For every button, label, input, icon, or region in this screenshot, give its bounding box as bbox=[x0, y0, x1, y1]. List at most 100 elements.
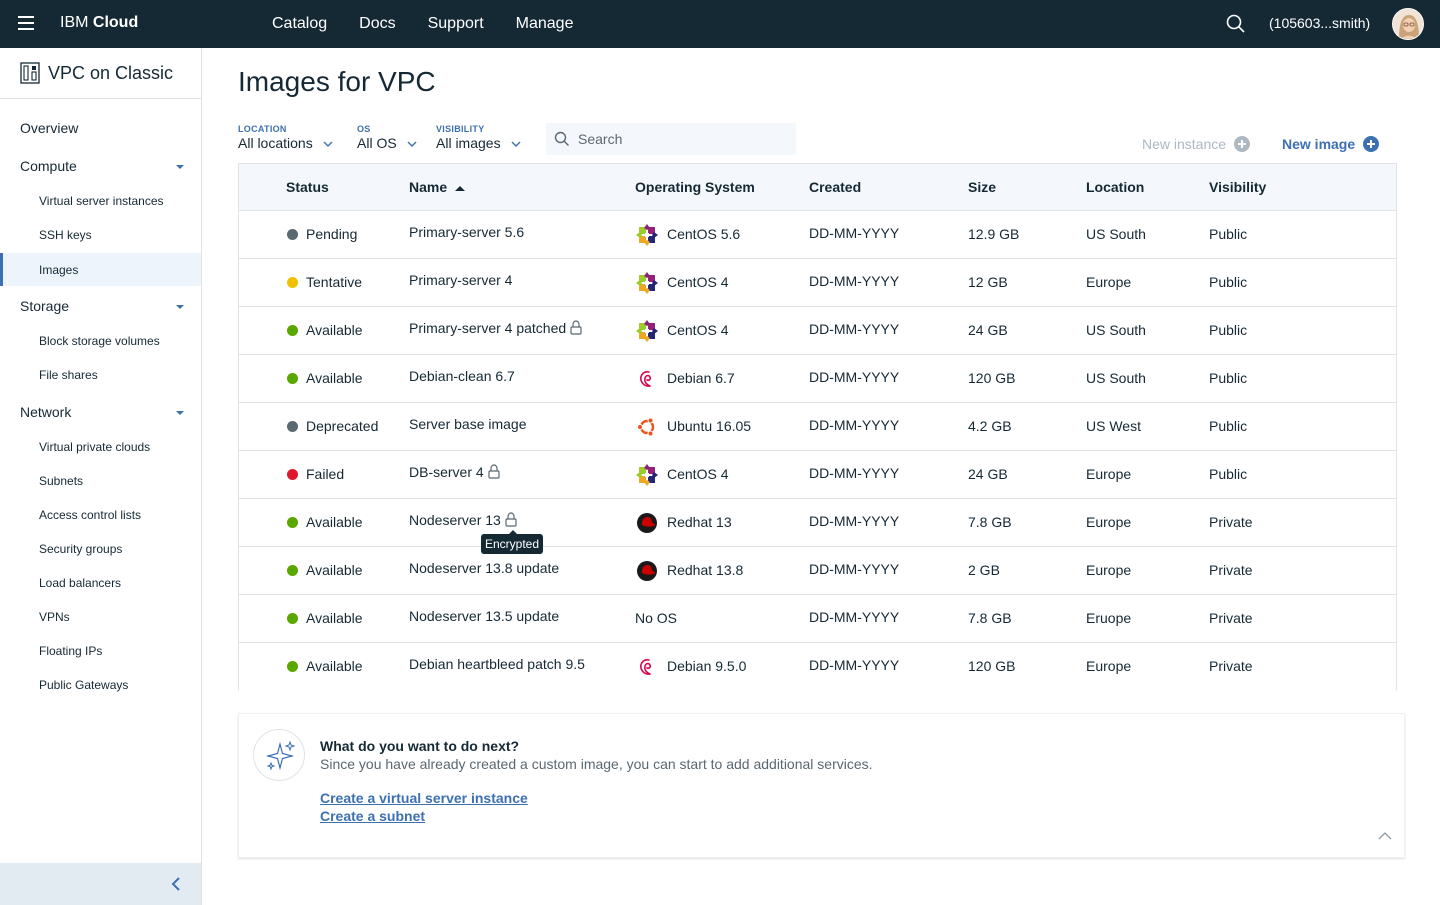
image-name-cell[interactable]: Server base image bbox=[409, 416, 527, 432]
image-name: Nodeserver 13.5 update bbox=[409, 608, 560, 624]
location-filter[interactable]: LOCATION All locations bbox=[238, 124, 333, 153]
image-size: 12.9 GB bbox=[968, 226, 1020, 242]
image-visibility: Private bbox=[1209, 658, 1253, 674]
hamburger-menu-icon[interactable] bbox=[18, 16, 34, 30]
status-text: Available bbox=[306, 322, 363, 338]
account-name[interactable]: (105603...smith) bbox=[1269, 15, 1370, 31]
image-size: 24 GB bbox=[968, 322, 1008, 338]
active-item-highlight bbox=[0, 253, 201, 286]
table-row[interactable]: Available Nodeserver 13.5 update No OS DD-M… bbox=[239, 595, 1396, 643]
column-created[interactable]: Created bbox=[809, 179, 861, 195]
os-filter[interactable]: OS All OS bbox=[357, 124, 417, 153]
sidebar-item-vpns[interactable]: VPNs bbox=[39, 610, 70, 624]
created-date: DD-MM-YYYY bbox=[809, 609, 900, 625]
search-input[interactable] bbox=[578, 123, 788, 155]
table-row[interactable]: Available Nodeserver 13 Redhat 13 DD-MM-YYY… bbox=[239, 499, 1396, 547]
sidebar-section-compute[interactable]: Compute bbox=[20, 158, 77, 174]
status-indicator-icon bbox=[287, 469, 298, 480]
column-size[interactable]: Size bbox=[968, 179, 996, 195]
centos-icon bbox=[636, 272, 658, 294]
nav-docs[interactable]: Docs bbox=[343, 0, 411, 48]
column-name-label: Name bbox=[409, 179, 448, 195]
image-name: Primary-server 4 bbox=[409, 272, 513, 288]
collapse-sidebar-button[interactable] bbox=[0, 863, 201, 905]
sidebar-item-access-control-lists[interactable]: Access control lists bbox=[39, 508, 141, 522]
image-name-cell[interactable]: Primary-server 4 patched bbox=[409, 320, 582, 336]
nav-catalog[interactable]: Catalog bbox=[256, 0, 343, 48]
table-row[interactable]: Available Nodeserver 13.8 update Redhat 13… bbox=[239, 547, 1396, 595]
image-name-cell[interactable]: Nodeserver 13.8 update bbox=[409, 560, 559, 576]
sidebar-item-file-shares[interactable]: File shares bbox=[39, 368, 98, 382]
sidebar-section-storage[interactable]: Storage bbox=[20, 298, 69, 314]
status-indicator-icon bbox=[287, 613, 298, 624]
compute-chevron-down-icon[interactable] bbox=[176, 165, 184, 169]
avatar[interactable] bbox=[1392, 8, 1424, 40]
create-virtual-server-instance-link[interactable]: Create a virtual server instance bbox=[320, 790, 528, 806]
sidebar-title: VPC on Classic bbox=[48, 62, 174, 83]
status-indicator-icon bbox=[287, 325, 298, 336]
image-name-cell[interactable]: Primary-server 5.6 bbox=[409, 224, 524, 240]
create-subnet-link[interactable]: Create a subnet bbox=[320, 808, 425, 824]
top-navigation-bar: IBM Cloud Catalog Docs Support Manage (1… bbox=[0, 0, 1440, 48]
location-filter-label: LOCATION bbox=[238, 124, 287, 134]
brand-logo[interactable]: IBM Cloud bbox=[60, 14, 138, 32]
image-name-cell[interactable]: Primary-server 4 bbox=[409, 272, 512, 288]
table-row[interactable]: Available Debian heartbleed patch 9.5 Debi… bbox=[239, 643, 1396, 691]
image-location: US South bbox=[1086, 370, 1146, 386]
column-status[interactable]: Status bbox=[286, 179, 329, 195]
table-row[interactable]: Available Debian-clean 6.7 Debian 6.7 DD-MM… bbox=[239, 355, 1396, 403]
lock-icon bbox=[488, 464, 500, 479]
image-name: Nodeserver 13 bbox=[409, 512, 501, 528]
next-steps-description: Since you have already created a custom … bbox=[320, 756, 873, 772]
image-name-cell[interactable]: Debian-clean 6.7 bbox=[409, 368, 515, 384]
sidebar-item-load-balancers[interactable]: Load balancers bbox=[39, 576, 121, 590]
active-item-indicator bbox=[0, 253, 3, 286]
table-row[interactable]: Tentative Primary-server 4 CentOS 4 DD-MM-Y… bbox=[239, 259, 1396, 307]
sidebar-item-images[interactable]: Images bbox=[39, 263, 78, 277]
column-location[interactable]: Location bbox=[1086, 179, 1144, 195]
nav-manage[interactable]: Manage bbox=[500, 0, 590, 48]
image-location: US West bbox=[1086, 418, 1141, 434]
image-name-cell[interactable]: Nodeserver 13 bbox=[409, 512, 517, 528]
column-visibility[interactable]: Visibility bbox=[1209, 179, 1266, 195]
table-row[interactable]: Deprecated Server base image Ubuntu 16.05 D… bbox=[239, 403, 1396, 451]
new-instance-button[interactable]: New instance bbox=[1142, 136, 1251, 152]
sidebar-item-overview[interactable]: Overview bbox=[20, 120, 78, 136]
nav-support[interactable]: Support bbox=[412, 0, 500, 48]
new-image-button[interactable]: New image bbox=[1282, 136, 1380, 152]
storage-chevron-down-icon[interactable] bbox=[176, 305, 184, 309]
status-indicator-icon bbox=[287, 517, 298, 528]
redhat-icon bbox=[636, 512, 658, 534]
table-row[interactable]: Pending Primary-server 5.6 CentOS 5.6 DD-MM… bbox=[239, 211, 1396, 259]
brand-prefix: IBM bbox=[60, 14, 89, 31]
sidebar-item-virtual-server-instances[interactable]: Virtual server instances bbox=[39, 194, 164, 208]
centos-icon bbox=[636, 224, 658, 246]
visibility-filter[interactable]: VISIBILITY All images bbox=[436, 124, 521, 153]
search-icon[interactable] bbox=[1225, 13, 1247, 35]
chevron-up-icon[interactable] bbox=[1378, 831, 1392, 841]
sidebar-item-subnets[interactable]: Subnets bbox=[39, 474, 83, 488]
lock-icon bbox=[505, 512, 517, 527]
table-row[interactable]: Available Primary-server 4 patched CentOS … bbox=[239, 307, 1396, 355]
image-name-cell[interactable]: DB-server 4 bbox=[409, 464, 500, 480]
status-text: Pending bbox=[306, 226, 358, 242]
debian-icon bbox=[636, 656, 658, 678]
image-name-cell[interactable]: Nodeserver 13.5 update bbox=[409, 608, 559, 624]
sidebar-item-ssh-keys[interactable]: SSH keys bbox=[39, 228, 92, 242]
lock-icon bbox=[570, 320, 582, 335]
column-operating-system[interactable]: Operating System bbox=[635, 179, 755, 195]
column-name[interactable]: Name bbox=[409, 179, 466, 195]
image-name-cell[interactable]: Debian heartbleed patch 9.5 bbox=[409, 656, 585, 672]
sidebar-item-virtual-private-clouds[interactable]: Virtual private clouds bbox=[39, 440, 150, 454]
sidebar-item-public-gateways[interactable]: Public Gateways bbox=[39, 678, 128, 692]
sidebar-section-network[interactable]: Network bbox=[20, 404, 71, 420]
image-size: 7.8 GB bbox=[968, 610, 1012, 626]
created-date: DD-MM-YYYY bbox=[809, 465, 900, 481]
image-name: Debian heartbleed patch 9.5 bbox=[409, 656, 585, 672]
sidebar-item-security-groups[interactable]: Security groups bbox=[39, 542, 122, 556]
sidebar-item-floating-ips[interactable]: Floating IPs bbox=[39, 644, 102, 658]
table-row[interactable]: Failed DB-server 4 CentOS 4 DD-MM-YYYY 24 GB… bbox=[239, 451, 1396, 499]
sidebar-item-block-storage-volumes[interactable]: Block storage volumes bbox=[39, 334, 160, 348]
image-location: Europe bbox=[1086, 658, 1132, 674]
network-chevron-down-icon[interactable] bbox=[176, 411, 184, 415]
